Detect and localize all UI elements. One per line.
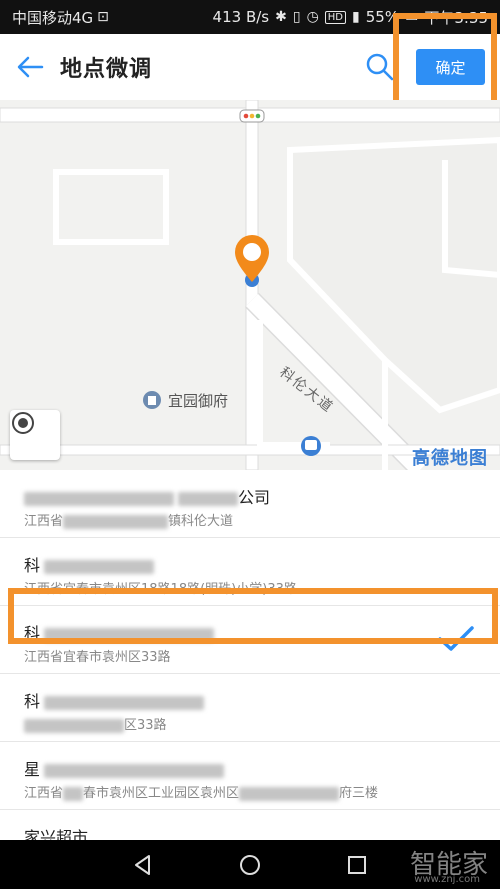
nav-back-icon[interactable] [131, 853, 155, 877]
search-icon [366, 53, 394, 81]
locate-button[interactable] [10, 410, 60, 460]
vibrate-icon: ▯ [292, 9, 301, 25]
hd-badge: HD [324, 10, 347, 24]
network-speed: 413 B/s [212, 8, 270, 26]
list-item[interactable]: 公司 江西省 镇科伦大道 [0, 470, 500, 538]
signal-icon: ▮ [352, 9, 360, 25]
back-arrow-icon [17, 56, 44, 78]
watermark-url: www.znj.com [414, 874, 480, 885]
bluetooth-icon: ✱ [275, 9, 287, 25]
nav-home-icon[interactable] [238, 853, 262, 877]
map-view[interactable]: 宜园御府 科伦大道 高德地图 [0, 100, 500, 470]
battery-icon: ▭ [405, 9, 419, 25]
list-item[interactable]: 家兴超市 [0, 810, 500, 840]
header: 地点微调 确定 [0, 34, 500, 100]
nav-recents-icon[interactable] [345, 853, 369, 877]
item-name: 家兴超市 [24, 828, 89, 840]
confirm-button[interactable]: 确定 [416, 49, 485, 85]
back-button[interactable] [0, 34, 60, 100]
clock: 下午3:35 [424, 8, 488, 27]
alarm-icon: ◷ [306, 9, 319, 25]
poi-label: 宜园御府 [168, 392, 229, 410]
list-item[interactable]: 星 江西省 春市袁州区工业园区袁州区 府三楼 [0, 742, 500, 810]
system-nav-bar: 智能家 www.znj.com [0, 840, 500, 889]
page-title: 地点微调 [60, 57, 153, 82]
carrier-label: 中国移动4G [12, 8, 94, 27]
list-item[interactable]: 科 区33路 [0, 674, 500, 742]
list-item[interactable]: 科 江西省宜春市袁州区18路18路(明珠)小学)33路 [0, 538, 500, 606]
battery-percent: 55% [365, 8, 400, 26]
list-item-selected[interactable]: 科 江西省宜春市袁州区33路 [0, 606, 500, 674]
location-list: 公司 江西省 镇科伦大道 科 江西省宜春市袁州区18路18路(明珠)小学)33路 … [0, 470, 500, 840]
activity-icon: ⊡ [97, 9, 109, 25]
checkmark-icon [438, 626, 474, 651]
map-brand-logo: 高德地图 [412, 448, 488, 469]
search-button[interactable] [364, 51, 396, 83]
item-name-suffix: 公司 [238, 488, 271, 507]
status-bar: 中国移动4G ⊡ 413 B/s ✱ ▯ ◷ HD ▮ 55% ▭ 下午3:35 [0, 0, 500, 34]
locate-icon [12, 412, 34, 434]
map-roads [0, 100, 500, 470]
